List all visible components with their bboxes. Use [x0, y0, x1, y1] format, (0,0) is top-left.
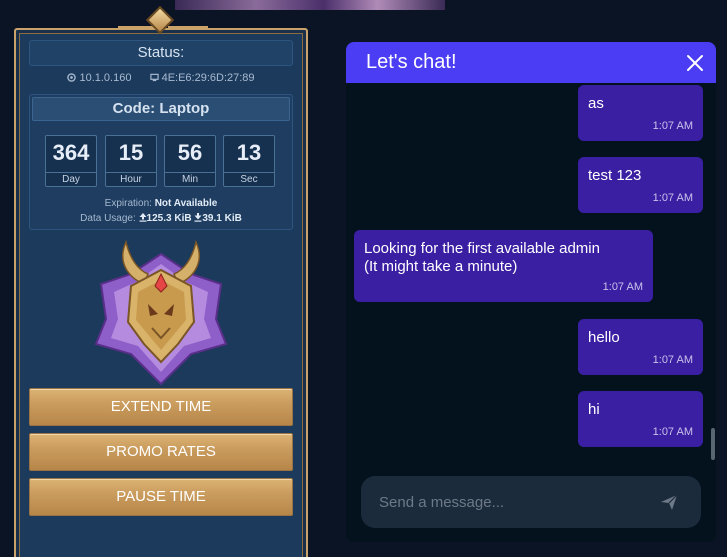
network-info: 10.1.0.160 4E:E6:29:6D:27:89	[29, 72, 293, 88]
upload-amount: 125.3 KiB	[146, 213, 192, 224]
ip-icon	[67, 73, 77, 82]
timer-minutes-value: 56	[177, 140, 203, 165]
expiration-line: Expiration: Not Available	[30, 198, 292, 209]
rank-emblem-icon	[94, 239, 228, 386]
message-time: 1:07 AM	[602, 281, 643, 293]
timer-seconds: 13 Sec	[223, 135, 275, 187]
expiration-label: Expiration:	[104, 198, 152, 209]
ip-address: 10.1.0.160	[79, 72, 132, 84]
message-time: 1:07 AM	[652, 120, 693, 132]
timer-hours-unit: Hour	[106, 172, 156, 186]
chat-message-outgoing: hi 1:07 AM	[578, 391, 703, 447]
message-text: as	[588, 95, 604, 112]
code-title: Code: Laptop	[32, 97, 290, 121]
chat-message-outgoing: hello 1:07 AM	[578, 319, 703, 375]
timer-minutes-unit: Min	[165, 172, 215, 186]
timer-days-value: 364	[52, 140, 90, 165]
data-usage-label: Data Usage:	[80, 213, 136, 224]
timer-minutes: 56 Min	[164, 135, 216, 187]
message-input[interactable]	[379, 476, 649, 528]
message-text: hello	[588, 329, 620, 346]
message-time: 1:07 AM	[652, 354, 693, 366]
pause-time-button[interactable]: PAUSE TIME	[29, 478, 293, 516]
chat-header: Let's chat!	[346, 42, 716, 83]
timer-hours: 15 Hour	[105, 135, 157, 187]
message-time: 1:07 AM	[652, 426, 693, 438]
close-icon[interactable]	[686, 54, 704, 72]
chat-message-incoming: Looking for the first available admin (I…	[354, 230, 653, 302]
chat-message-outgoing: test 123 1:07 AM	[578, 157, 703, 213]
extend-time-button[interactable]: EXTEND TIME	[29, 388, 293, 426]
banner-art-strip	[175, 0, 445, 10]
status-label: Status:	[29, 40, 293, 66]
timer-hours-value: 15	[118, 140, 144, 165]
code-box: Code: Laptop 364 Day 15 Hour 56 Min 13 S…	[29, 94, 293, 230]
expiration-value: Not Available	[154, 198, 218, 209]
timer-seconds-value: 13	[236, 140, 262, 165]
upload-icon	[139, 213, 147, 222]
chat-title: Let's chat!	[366, 51, 457, 73]
timer-days-unit: Day	[46, 172, 96, 186]
message-text: Looking for the first available admin (I…	[364, 240, 600, 275]
promo-rates-button[interactable]: PROMO RATES	[29, 433, 293, 471]
download-amount: 39.1 KiB	[202, 213, 242, 224]
timer-seconds-unit: Sec	[224, 172, 274, 186]
chat-message-outgoing: as 1:07 AM	[578, 85, 703, 141]
timer-days: 364 Day	[45, 135, 97, 187]
message-text: test 123	[588, 167, 642, 184]
message-text: hi	[588, 401, 600, 418]
mac-address: 4E:E6:29:6D:27:89	[161, 72, 255, 84]
panel-ornament-right	[168, 26, 208, 30]
chat-scrollbar[interactable]	[711, 428, 715, 460]
message-time: 1:07 AM	[652, 192, 693, 204]
chat-widget: Let's chat! as 1:07 AM test 123 1:07 AM …	[346, 42, 716, 542]
send-icon[interactable]	[659, 492, 679, 512]
device-icon	[149, 73, 159, 82]
data-usage-line: Data Usage: 125.3 KiB 39.1 KiB	[30, 213, 292, 224]
message-input-container	[361, 476, 701, 528]
